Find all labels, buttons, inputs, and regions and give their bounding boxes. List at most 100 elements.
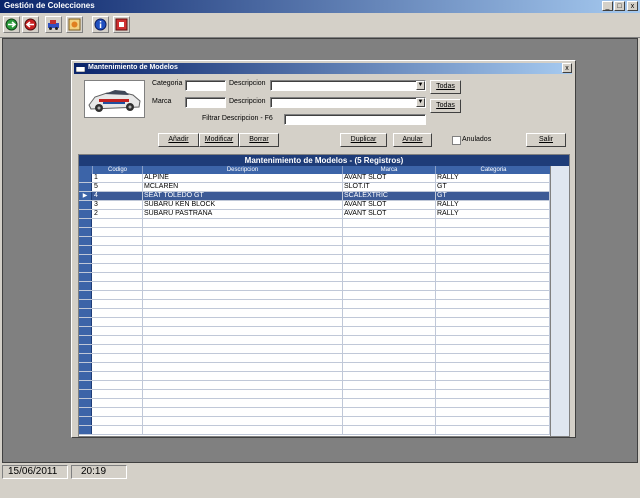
cell-codigo[interactable] xyxy=(93,291,143,299)
cell-codigo[interactable]: 3 xyxy=(93,201,143,209)
empty-table-row[interactable] xyxy=(79,300,569,309)
cell-categoria[interactable] xyxy=(436,336,550,344)
chevron-down-icon[interactable]: ▼ xyxy=(416,81,425,90)
cell-marca[interactable] xyxy=(343,282,436,290)
cell-descripcion[interactable] xyxy=(143,408,343,416)
toolbar-button-5[interactable] xyxy=(92,16,109,33)
empty-table-row[interactable] xyxy=(79,255,569,264)
cell-categoria[interactable] xyxy=(436,291,550,299)
cell-descripcion[interactable] xyxy=(143,417,343,425)
cell-codigo[interactable] xyxy=(93,273,143,281)
cell-descripcion[interactable] xyxy=(143,426,343,434)
cell-categoria[interactable]: GT xyxy=(436,183,550,191)
cell-descripcion[interactable] xyxy=(143,354,343,362)
cell-categoria[interactable] xyxy=(436,309,550,317)
cell-categoria[interactable]: GT xyxy=(436,192,550,200)
cell-codigo[interactable]: 1 xyxy=(93,174,143,182)
cell-codigo[interactable] xyxy=(93,246,143,254)
toolbar-button-4[interactable] xyxy=(66,16,83,33)
cell-codigo[interactable] xyxy=(93,345,143,353)
cell-descripcion[interactable] xyxy=(143,363,343,371)
chevron-down-icon[interactable]: ▼ xyxy=(416,98,425,107)
cell-descripcion[interactable] xyxy=(143,381,343,389)
cell-categoria[interactable] xyxy=(436,300,550,308)
cell-codigo[interactable] xyxy=(93,309,143,317)
cell-categoria[interactable] xyxy=(436,381,550,389)
cell-marca[interactable] xyxy=(343,264,436,272)
categoria-descripcion-combo[interactable]: ▼ xyxy=(270,80,426,91)
cell-marca[interactable] xyxy=(343,246,436,254)
cell-categoria[interactable] xyxy=(436,345,550,353)
empty-table-row[interactable] xyxy=(79,282,569,291)
cell-categoria[interactable] xyxy=(436,390,550,398)
empty-table-row[interactable] xyxy=(79,264,569,273)
cell-marca[interactable] xyxy=(343,291,436,299)
row-indicator[interactable]: ▶ xyxy=(79,192,92,200)
salir-button[interactable]: Salir xyxy=(526,133,566,147)
empty-table-row[interactable] xyxy=(79,426,569,435)
cell-categoria[interactable] xyxy=(436,228,550,236)
cell-descripcion[interactable]: SEAT TOLEDO GT xyxy=(143,192,343,200)
table-row[interactable]: 3 SUBARU KEN BLOCK AVANT SLOT RALLY xyxy=(79,201,569,210)
cell-descripcion[interactable] xyxy=(143,228,343,236)
empty-table-row[interactable] xyxy=(79,291,569,300)
column-header-descripcion[interactable]: Descripcion xyxy=(143,166,343,174)
row-indicator[interactable] xyxy=(79,408,92,416)
cell-codigo[interactable] xyxy=(93,399,143,407)
cell-codigo[interactable] xyxy=(93,219,143,227)
cell-marca[interactable] xyxy=(343,309,436,317)
empty-table-row[interactable] xyxy=(79,381,569,390)
duplicar-button[interactable]: Duplicar xyxy=(340,133,387,147)
cell-marca[interactable] xyxy=(343,228,436,236)
minimize-button[interactable]: _ xyxy=(602,1,613,11)
cell-marca[interactable]: AVANT SLOT xyxy=(343,201,436,209)
toolbar-button-6[interactable] xyxy=(113,16,130,33)
empty-table-row[interactable] xyxy=(79,336,569,345)
cell-codigo[interactable] xyxy=(93,237,143,245)
cell-categoria[interactable] xyxy=(436,318,550,326)
cell-descripcion[interactable]: SUBARU PASTRANA xyxy=(143,210,343,218)
empty-table-row[interactable] xyxy=(79,363,569,372)
cell-codigo[interactable]: 2 xyxy=(93,210,143,218)
row-indicator[interactable] xyxy=(79,246,92,254)
row-indicator[interactable] xyxy=(79,327,92,335)
todas-marca-button[interactable]: Todas xyxy=(430,99,461,113)
cell-categoria[interactable]: RALLY xyxy=(436,201,550,209)
cell-marca[interactable]: AVANT SLOT xyxy=(343,174,436,182)
maximize-button[interactable]: □ xyxy=(614,1,625,11)
cell-marca[interactable] xyxy=(343,381,436,389)
row-indicator[interactable] xyxy=(79,426,92,434)
table-row[interactable]: 5 MCLAREN SLOT.IT GT xyxy=(79,183,569,192)
marca-field[interactable] xyxy=(185,97,226,108)
cell-descripcion[interactable] xyxy=(143,327,343,335)
row-indicator[interactable] xyxy=(79,210,92,218)
cell-codigo[interactable] xyxy=(93,300,143,308)
cell-categoria[interactable] xyxy=(436,219,550,227)
cell-categoria[interactable] xyxy=(436,399,550,407)
row-indicator[interactable] xyxy=(79,264,92,272)
cell-codigo[interactable]: 5 xyxy=(93,183,143,191)
cell-marca[interactable] xyxy=(343,219,436,227)
anadir-button[interactable]: Añadir xyxy=(158,133,199,147)
row-indicator[interactable] xyxy=(79,417,92,425)
toolbar-button-3[interactable] xyxy=(45,16,62,33)
cell-categoria[interactable] xyxy=(436,354,550,362)
empty-table-row[interactable] xyxy=(79,372,569,381)
cell-descripcion[interactable] xyxy=(143,237,343,245)
cell-categoria[interactable] xyxy=(436,237,550,245)
cell-categoria[interactable] xyxy=(436,282,550,290)
row-indicator[interactable] xyxy=(79,336,92,344)
row-indicator[interactable] xyxy=(79,273,92,281)
cell-categoria[interactable] xyxy=(436,264,550,272)
table-row[interactable]: 1 ALPINE AVANT SLOT RALLY xyxy=(79,174,569,183)
cell-categoria[interactable] xyxy=(436,426,550,434)
cell-categoria[interactable]: RALLY xyxy=(436,174,550,182)
cell-descripcion[interactable] xyxy=(143,264,343,272)
toolbar-button-1[interactable] xyxy=(3,16,20,33)
cell-descripcion[interactable]: MCLAREN xyxy=(143,183,343,191)
cell-categoria[interactable] xyxy=(436,273,550,281)
row-indicator[interactable] xyxy=(79,255,92,263)
row-indicator[interactable] xyxy=(79,390,92,398)
marca-descripcion-combo[interactable]: ▼ xyxy=(270,97,426,108)
empty-table-row[interactable] xyxy=(79,318,569,327)
